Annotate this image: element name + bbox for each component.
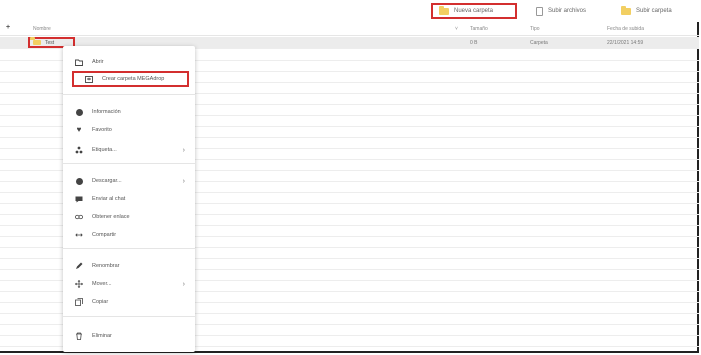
upload-folder-label: Subir carpeta	[636, 8, 672, 14]
copy-icon	[75, 298, 83, 306]
menu-item-move[interactable]: Mover... ›	[63, 276, 195, 292]
chat-icon	[75, 195, 83, 203]
menu-divider	[63, 316, 195, 317]
upload-folder-button[interactable]: Subir carpeta	[615, 3, 695, 19]
menu-item-share[interactable]: Compartir	[63, 227, 195, 243]
menu-item-create-megadrop[interactable]: Crear carpeta MEGAdrop	[72, 71, 189, 87]
menu-item-label: Renombrar	[92, 263, 120, 269]
menu-item-label: Copiar	[92, 299, 109, 305]
heart-icon: ♥	[76, 125, 82, 134]
menu-item-download[interactable]: Descargar... ›	[63, 173, 195, 189]
megadrop-icon	[85, 75, 93, 83]
menu-divider	[63, 94, 195, 95]
menu-item-rename[interactable]: Renombrar	[63, 258, 195, 274]
menu-item-label: Obtener enlace	[92, 214, 130, 220]
upload-files-label: Subir archivos	[548, 8, 587, 14]
menu-item-open[interactable]: Abrir	[63, 54, 195, 70]
row-date: 22/1/2021 14:59	[607, 40, 644, 46]
menu-divider	[63, 248, 195, 249]
sort-chevron-icon[interactable]: ˅	[455, 26, 458, 32]
table-header: + Nombre ˅ Tamaño Tipo Fecha de subida	[0, 24, 699, 36]
folder-icon	[439, 5, 449, 15]
menu-item-label: Abrir	[92, 59, 104, 65]
tag-icon	[75, 146, 83, 154]
header-type[interactable]: Tipo	[530, 26, 540, 32]
trash-icon	[75, 332, 83, 340]
pencil-icon	[75, 262, 83, 270]
menu-item-label: Mover...	[92, 281, 112, 287]
menu-item-label: Enviar al chat	[92, 196, 126, 202]
menu-item-get-link[interactable]: Obtener enlace	[63, 209, 195, 225]
new-folder-label: Nueva carpeta	[454, 8, 494, 14]
chevron-right-icon: ›	[182, 280, 185, 288]
row-name: Test	[45, 39, 55, 46]
toolbar: Nueva carpeta Subir archivos Subir carpe…	[0, 0, 699, 22]
menu-item-label: Crear carpeta MEGAdrop	[102, 76, 165, 82]
menu-item-label: Etiqueta...	[92, 147, 117, 153]
menu-item-label: Eliminar	[92, 333, 112, 339]
header-name[interactable]: Nombre	[33, 26, 51, 32]
info-icon	[75, 108, 83, 116]
menu-item-label: Compartir	[92, 232, 117, 238]
menu-divider	[63, 163, 195, 164]
folder-icon	[33, 40, 41, 45]
share-icon	[75, 231, 83, 239]
row-size: 0 B	[470, 40, 478, 46]
new-folder-button[interactable]: Nueva carpeta	[431, 3, 517, 19]
folder-open-icon	[75, 58, 83, 66]
menu-item-info[interactable]: Información	[63, 104, 195, 120]
upload-files-button[interactable]: Subir archivos	[530, 3, 606, 19]
menu-item-label: Información	[92, 109, 121, 115]
add-column-button[interactable]: +	[6, 24, 10, 31]
menu-item-delete[interactable]: Eliminar	[63, 328, 195, 344]
menu-item-favorite[interactable]: ♥ Favorito	[63, 122, 195, 138]
download-icon	[75, 177, 83, 185]
link-icon	[75, 213, 83, 221]
chevron-right-icon: ›	[182, 177, 185, 185]
menu-item-copy[interactable]: Copiar	[63, 294, 195, 310]
move-icon	[75, 280, 83, 288]
row-type: Carpeta	[530, 40, 548, 46]
menu-item-send-chat[interactable]: Enviar al chat	[63, 191, 195, 207]
folder-upload-icon	[621, 5, 631, 15]
chevron-right-icon: ›	[182, 146, 185, 154]
menu-item-tag[interactable]: Etiqueta... ›	[63, 142, 195, 158]
file-icon	[536, 6, 543, 16]
context-menu: Abrir Crear carpeta MEGAdrop Información…	[63, 46, 195, 352]
menu-item-label: Descargar...	[92, 178, 122, 184]
menu-item-label: Favorito	[92, 127, 112, 133]
header-size[interactable]: Tamaño	[470, 26, 488, 32]
header-date[interactable]: Fecha de subida	[607, 26, 644, 32]
